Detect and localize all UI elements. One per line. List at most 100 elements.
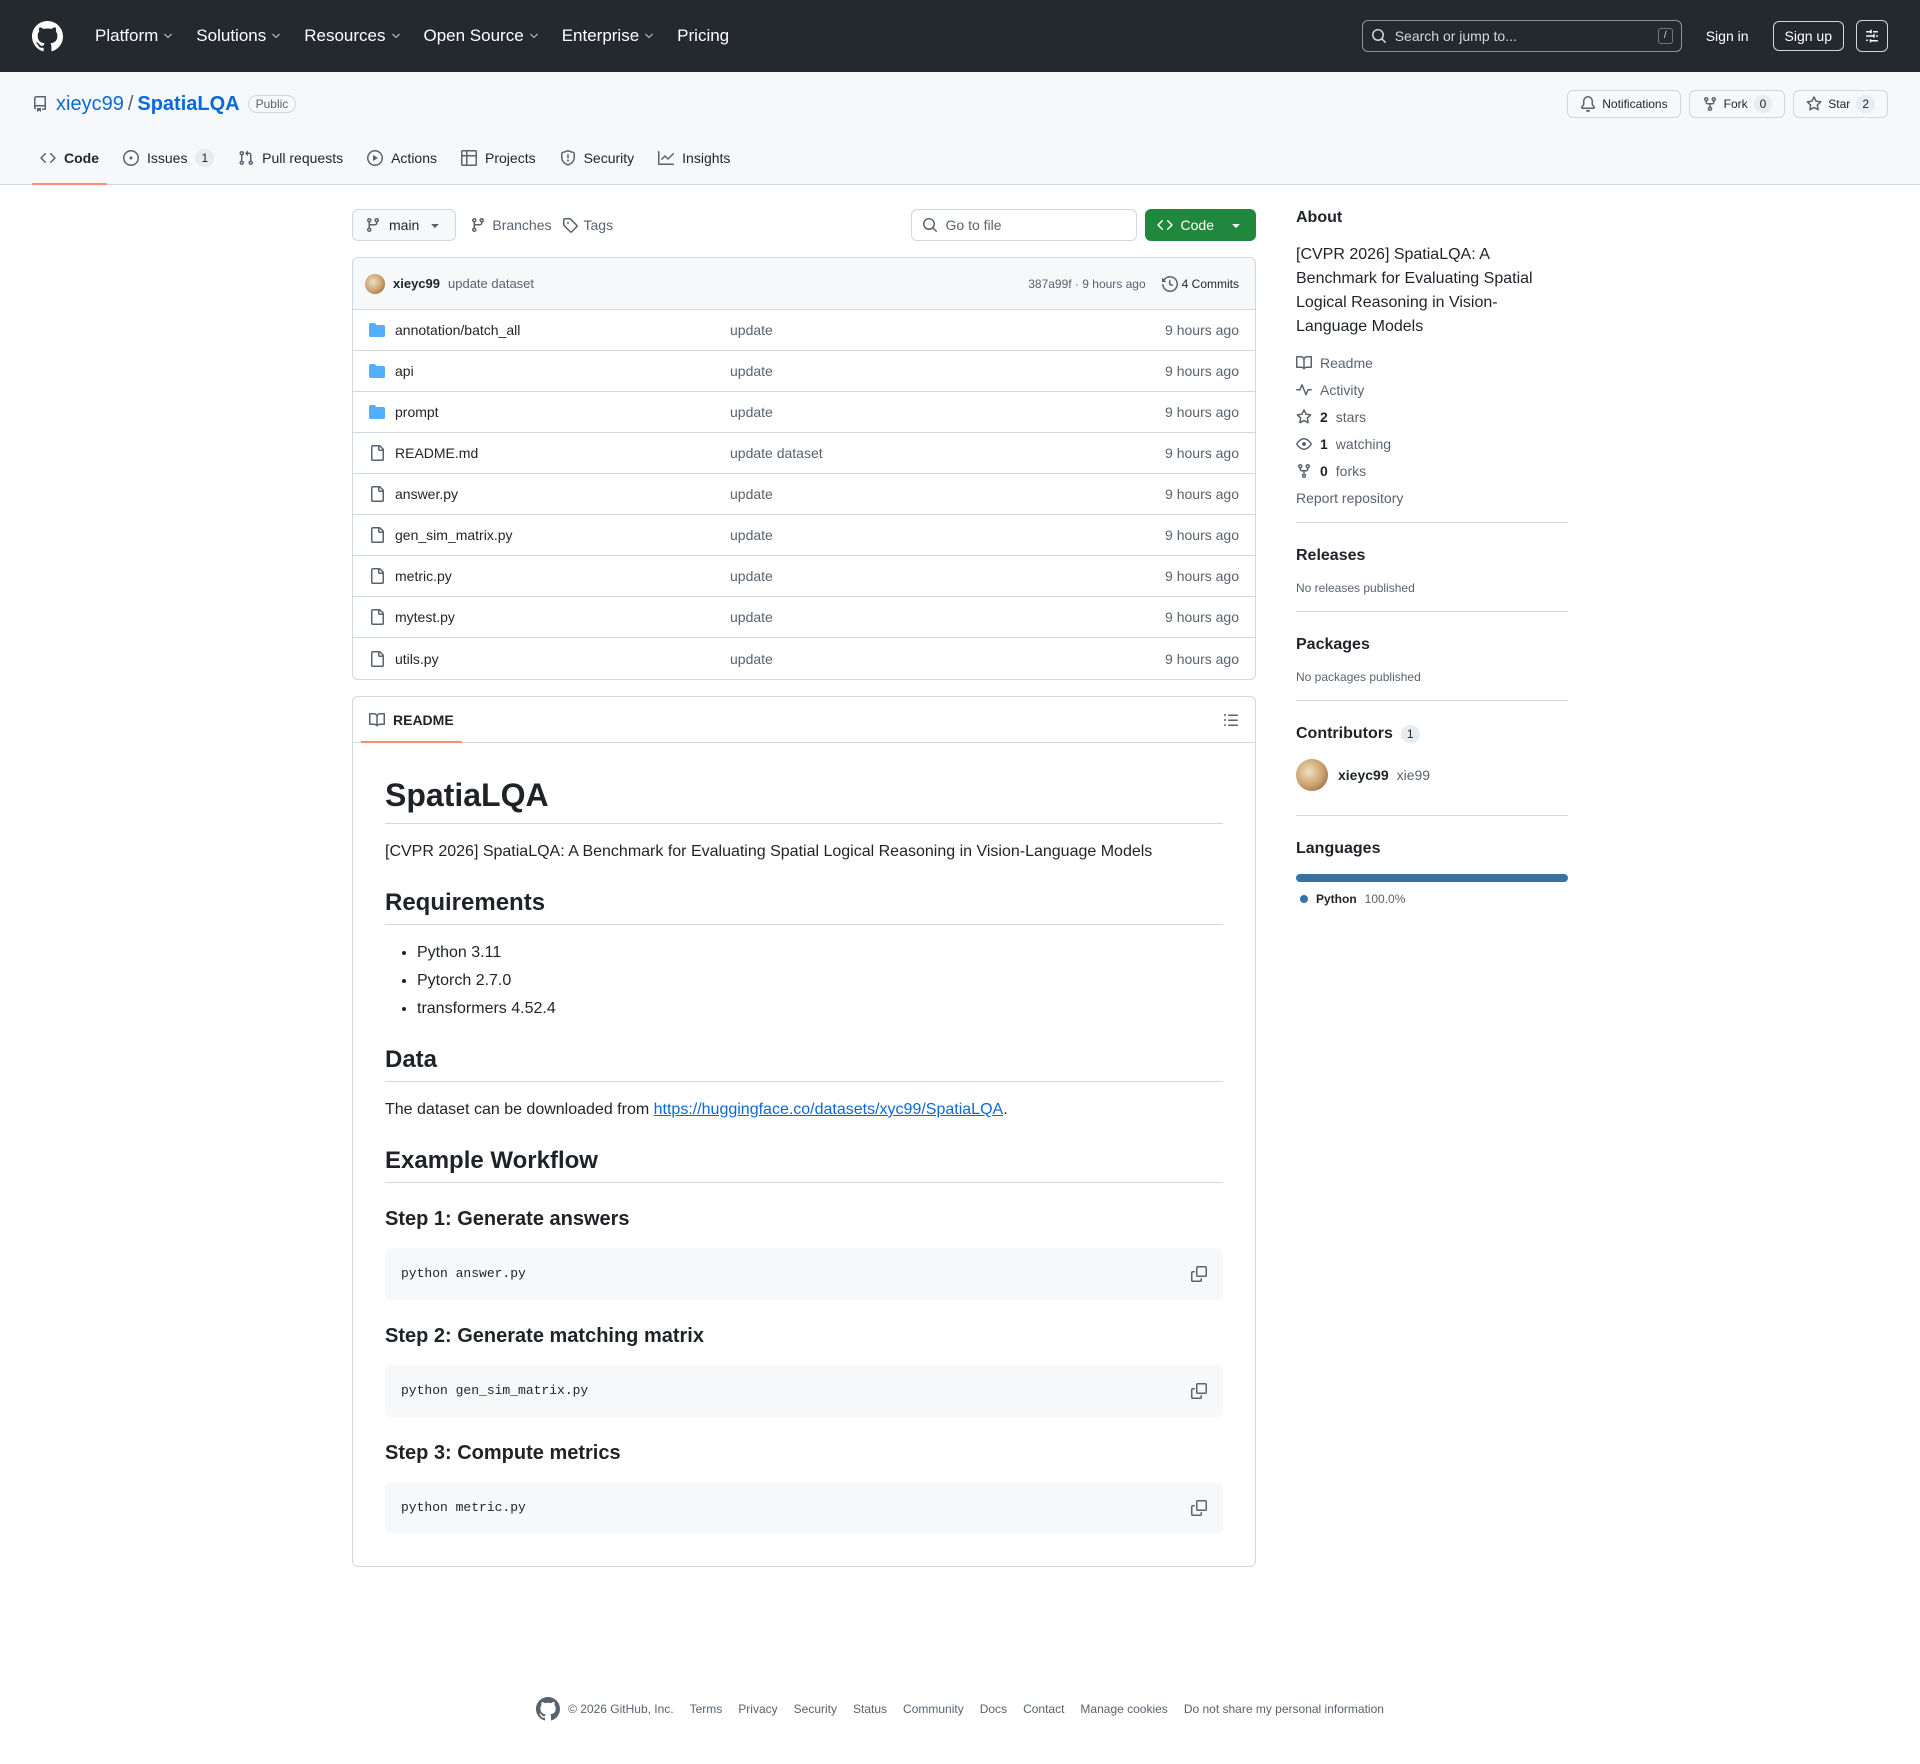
file-commit-message[interactable]: update (730, 363, 1165, 379)
table-row[interactable]: gen_sim_matrix.py update 9 hours ago (353, 515, 1255, 556)
file-name-link[interactable]: README.md (395, 445, 730, 461)
branches-link[interactable]: Branches (470, 217, 552, 233)
table-row[interactable]: api update 9 hours ago (353, 351, 1255, 392)
tags-link[interactable]: Tags (562, 217, 613, 233)
avatar[interactable] (365, 273, 385, 294)
footer-link-manage-cookies[interactable]: Manage cookies (1080, 1702, 1167, 1716)
nav-pricing[interactable]: Pricing (669, 20, 737, 52)
avatar[interactable] (1296, 759, 1328, 791)
github-logo-icon[interactable] (32, 20, 87, 52)
file-commit-message[interactable]: update (730, 486, 1165, 502)
activity-link[interactable]: Activity (1296, 382, 1568, 398)
file-commit-message[interactable]: update (730, 568, 1165, 584)
file-commit-message[interactable]: update (730, 527, 1165, 543)
footer-link-security[interactable]: Security (794, 1702, 837, 1716)
go-to-file[interactable] (910, 209, 1137, 241)
repo-owner-link[interactable]: xieyc99 (56, 93, 124, 116)
file-name-link[interactable]: utils.py (395, 651, 730, 667)
go-to-file-input[interactable] (945, 217, 1127, 233)
github-logo-icon[interactable] (536, 1697, 561, 1721)
tab-actions[interactable]: Actions (359, 132, 445, 184)
code-dropdown-button[interactable]: Code (1144, 209, 1256, 241)
copy-icon (1191, 1383, 1207, 1399)
footer-link-privacy[interactable]: Privacy (738, 1702, 777, 1716)
footer-link-do-not-share[interactable]: Do not share my personal information (1184, 1702, 1384, 1716)
file-commit-message[interactable]: update dataset (730, 445, 1165, 461)
sign-in-link[interactable]: Sign in (1694, 22, 1761, 50)
tab-security[interactable]: Security (552, 132, 643, 184)
table-row[interactable]: answer.py update 9 hours ago (353, 474, 1255, 515)
table-row[interactable]: prompt update 9 hours ago (353, 392, 1255, 433)
file-commit-message[interactable]: update (730, 609, 1165, 625)
contributor-item[interactable]: xieyc99 xie99 (1296, 759, 1568, 791)
nav-solutions[interactable]: Solutions (188, 20, 290, 52)
branch-selector[interactable]: main (352, 209, 457, 241)
nav-label: Resources (304, 26, 386, 45)
table-row[interactable]: README.md update dataset 9 hours ago (353, 433, 1255, 474)
file-commit-message[interactable]: update (730, 404, 1165, 420)
copy-button[interactable] (1191, 1500, 1207, 1516)
report-repository-link[interactable]: Report repository (1296, 490, 1568, 506)
tab-projects[interactable]: Projects (453, 132, 544, 184)
notifications-button[interactable]: Notifications (1567, 90, 1681, 118)
nav-platform[interactable]: Platform (87, 20, 182, 52)
footer-link-docs[interactable]: Docs (980, 1702, 1007, 1716)
file-name-link[interactable]: metric.py (395, 568, 730, 584)
file-icon (369, 486, 385, 502)
forks-link[interactable]: 0 forks (1296, 463, 1568, 479)
table-row[interactable]: utils.py update 9 hours ago (353, 638, 1255, 679)
copy-icon (1191, 1500, 1207, 1516)
repo-name-link[interactable]: SpatiaLQA (137, 93, 239, 116)
copy-button[interactable] (1191, 1266, 1207, 1282)
table-row[interactable]: mytest.py update 9 hours ago (353, 597, 1255, 638)
repo-path-separator: / (127, 92, 134, 115)
tab-code[interactable]: Code (32, 132, 107, 185)
commit-message-link[interactable]: update dataset (448, 276, 534, 291)
appearance-settings-button[interactable] (1856, 20, 1888, 52)
outline-button[interactable] (1223, 712, 1239, 728)
tab-insights[interactable]: Insights (650, 132, 738, 184)
file-name-link[interactable]: mytest.py (395, 609, 730, 625)
packages-heading[interactable]: Packages (1296, 636, 1568, 654)
readme-tab[interactable]: README (361, 697, 462, 743)
file-name-link[interactable]: prompt (395, 404, 730, 420)
stars-link[interactable]: 2 stars (1296, 409, 1568, 425)
tab-issues[interactable]: Issues 1 (115, 132, 222, 184)
tab-pull-requests[interactable]: Pull requests (230, 132, 351, 184)
nav-enterprise[interactable]: Enterprise (554, 20, 663, 52)
global-search[interactable]: / (1361, 20, 1682, 52)
dataset-link[interactable]: https://huggingface.co/datasets/xyc99/Sp… (654, 1101, 1004, 1118)
contributors-heading[interactable]: Contributors 1 (1296, 725, 1568, 743)
releases-heading[interactable]: Releases (1296, 547, 1568, 565)
star-button[interactable]: Star 2 (1793, 90, 1888, 118)
file-name-link[interactable]: answer.py (395, 486, 730, 502)
file-name-link[interactable]: gen_sim_matrix.py (395, 527, 730, 543)
file-name-link[interactable]: annotation/batch_all (395, 322, 730, 338)
commit-author-link[interactable]: xieyc99 (393, 276, 440, 291)
footer-link-contact[interactable]: Contact (1023, 1702, 1064, 1716)
footer-link-status[interactable]: Status (853, 1702, 887, 1716)
table-row[interactable]: metric.py update 9 hours ago (353, 556, 1255, 597)
watchers-link[interactable]: 1 watching (1296, 436, 1568, 452)
readme-link[interactable]: Readme (1296, 355, 1568, 371)
file-name-link[interactable]: api (395, 363, 730, 379)
footer-link-terms[interactable]: Terms (690, 1702, 723, 1716)
nav-open-source[interactable]: Open Source (416, 20, 548, 52)
file-commit-message[interactable]: update (730, 651, 1165, 667)
file-commit-message[interactable]: update (730, 322, 1165, 338)
table-row[interactable]: annotation/batch_all update 9 hours ago (353, 310, 1255, 351)
commit-hash-time[interactable]: 387a99f · 9 hours ago (1028, 277, 1145, 291)
language-item[interactable]: Python 100.0% (1296, 892, 1568, 906)
forks-count: 0 (1320, 463, 1328, 479)
contributors-section: Contributors 1 xieyc99 xie99 (1296, 725, 1568, 816)
sign-up-button[interactable]: Sign up (1772, 21, 1844, 51)
nav-resources[interactable]: Resources (296, 20, 409, 52)
nav-label: Platform (95, 26, 159, 45)
search-input[interactable] (1394, 28, 1650, 44)
copy-button[interactable] (1191, 1383, 1207, 1399)
commits-history-link[interactable]: 4 Commits (1161, 275, 1239, 292)
footer-link-community[interactable]: Community (903, 1702, 964, 1716)
nav-label: Enterprise (561, 26, 640, 45)
fork-button[interactable]: Fork 0 (1688, 90, 1786, 118)
global-header: Platform Solutions Resources Open Source… (0, 0, 1920, 72)
